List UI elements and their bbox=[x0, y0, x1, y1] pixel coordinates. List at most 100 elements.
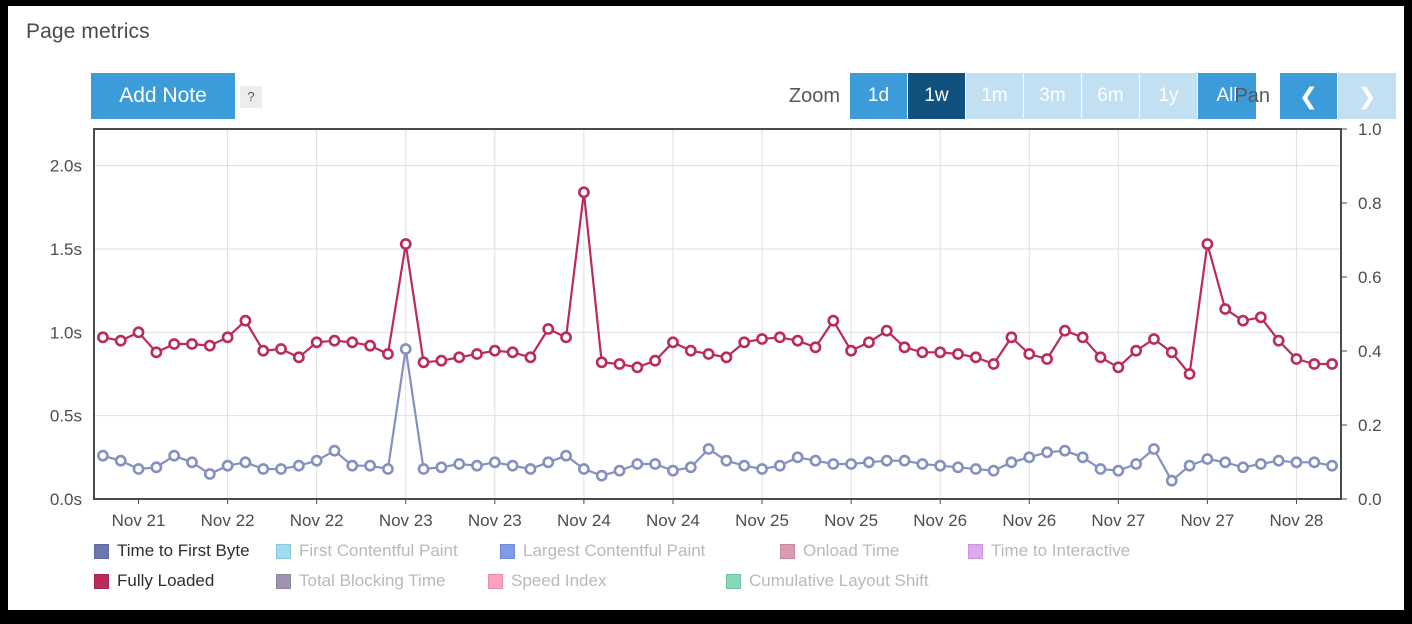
data-point[interactable] bbox=[239, 314, 252, 327]
data-point[interactable] bbox=[916, 458, 929, 470]
data-point[interactable] bbox=[346, 459, 359, 472]
data-point[interactable] bbox=[1130, 458, 1143, 470]
data-point[interactable] bbox=[969, 351, 982, 364]
data-point[interactable] bbox=[1005, 331, 1018, 344]
data-point[interactable] bbox=[809, 341, 822, 354]
data-point[interactable] bbox=[863, 456, 875, 469]
metrics-chart[interactable]: Nov 21 Nov 22 Nov 22 Nov 23 Nov 23 Nov 24 Nov … bbox=[8, 118, 1404, 538]
legend-item-largest-contentful-paint[interactable]: Largest Contentful Paint bbox=[500, 536, 705, 566]
data-point[interactable] bbox=[1041, 353, 1053, 365]
data-point[interactable] bbox=[1076, 331, 1089, 344]
data-point[interactable] bbox=[1094, 351, 1107, 364]
data-point[interactable] bbox=[613, 358, 626, 370]
data-point[interactable] bbox=[257, 344, 270, 357]
data-point[interactable] bbox=[934, 346, 947, 359]
range-button-1d[interactable]: 1d bbox=[850, 73, 908, 119]
data-point[interactable] bbox=[203, 339, 216, 352]
data-point[interactable] bbox=[168, 338, 181, 350]
range-button-3m[interactable]: 3m bbox=[1024, 73, 1082, 119]
data-point[interactable] bbox=[542, 323, 555, 335]
data-point[interactable] bbox=[364, 459, 377, 472]
data-point[interactable] bbox=[97, 449, 109, 462]
data-point[interactable] bbox=[506, 346, 519, 359]
data-point[interactable] bbox=[1165, 346, 1178, 359]
data-point[interactable] bbox=[310, 454, 323, 467]
data-point[interactable] bbox=[916, 346, 929, 359]
data-point[interactable] bbox=[257, 463, 270, 475]
data-point[interactable] bbox=[382, 463, 394, 475]
legend-item-cumulative-layout-shift[interactable]: Cumulative Layout Shift bbox=[726, 566, 929, 596]
data-point[interactable] bbox=[667, 464, 679, 477]
data-point[interactable] bbox=[1165, 474, 1178, 487]
data-point[interactable] bbox=[506, 459, 519, 472]
data-point[interactable] bbox=[560, 331, 572, 344]
data-point[interactable] bbox=[471, 459, 483, 472]
data-point[interactable] bbox=[453, 458, 466, 470]
data-point[interactable] bbox=[275, 343, 287, 355]
data-point[interactable] bbox=[987, 358, 1000, 370]
data-point[interactable] bbox=[987, 464, 1000, 477]
data-point[interactable] bbox=[399, 238, 412, 250]
data-point[interactable] bbox=[382, 348, 394, 360]
range-button-6m[interactable]: 6m bbox=[1082, 73, 1140, 119]
data-point[interactable] bbox=[720, 454, 733, 467]
data-point[interactable] bbox=[150, 346, 163, 359]
data-point[interactable] bbox=[328, 334, 341, 347]
pan-previous-button[interactable]: ❮ bbox=[1280, 73, 1338, 119]
data-point[interactable] bbox=[595, 469, 608, 482]
data-point[interactable] bbox=[399, 343, 412, 355]
legend-item-fully-loaded[interactable]: Fully Loaded bbox=[94, 566, 214, 596]
data-point[interactable] bbox=[275, 463, 287, 475]
legend-item-total-blocking-time[interactable]: Total Blocking Time bbox=[276, 566, 445, 596]
legend-item-time-to-interactive[interactable]: Time to Interactive bbox=[968, 536, 1130, 566]
legend-item-time-to-first-byte[interactable]: Time to First Byte bbox=[94, 536, 250, 566]
data-point[interactable] bbox=[1272, 454, 1285, 467]
data-point[interactable] bbox=[1237, 314, 1249, 327]
data-point[interactable] bbox=[1219, 303, 1232, 315]
data-point[interactable] bbox=[1308, 456, 1321, 469]
data-point[interactable] bbox=[880, 324, 893, 337]
data-point[interactable] bbox=[1094, 463, 1107, 475]
data-point[interactable] bbox=[952, 348, 964, 360]
data-point[interactable] bbox=[560, 449, 572, 462]
data-point[interactable] bbox=[684, 461, 697, 474]
data-point[interactable] bbox=[1290, 353, 1303, 365]
data-point[interactable] bbox=[239, 456, 252, 469]
data-point[interactable] bbox=[435, 461, 448, 474]
data-point[interactable] bbox=[364, 339, 377, 352]
data-point[interactable] bbox=[132, 326, 145, 339]
data-point[interactable] bbox=[221, 331, 234, 344]
data-point[interactable] bbox=[577, 186, 590, 199]
data-point[interactable] bbox=[1112, 361, 1125, 374]
data-point[interactable] bbox=[649, 458, 662, 470]
add-note-button[interactable]: Add Note bbox=[91, 73, 235, 119]
data-point[interactable] bbox=[1005, 456, 1018, 469]
data-point[interactable] bbox=[1023, 451, 1036, 464]
data-point[interactable] bbox=[488, 344, 501, 357]
data-point[interactable] bbox=[1201, 453, 1214, 465]
data-point[interactable] bbox=[524, 351, 537, 364]
data-point[interactable] bbox=[1326, 358, 1338, 370]
data-point[interactable] bbox=[1041, 446, 1053, 459]
data-point[interactable] bbox=[613, 464, 626, 477]
data-point[interactable] bbox=[702, 348, 715, 360]
data-point[interactable] bbox=[773, 459, 786, 472]
data-point[interactable] bbox=[1148, 333, 1160, 345]
data-point[interactable] bbox=[595, 356, 608, 369]
data-point[interactable] bbox=[186, 338, 198, 350]
data-point[interactable] bbox=[114, 334, 127, 347]
legend-item-speed-index[interactable]: Speed Index bbox=[488, 566, 606, 596]
data-point[interactable] bbox=[845, 344, 858, 357]
data-point[interactable] bbox=[809, 454, 822, 467]
data-point[interactable] bbox=[773, 331, 786, 344]
data-point[interactable] bbox=[1326, 459, 1338, 472]
data-point[interactable] bbox=[738, 459, 751, 472]
data-point[interactable] bbox=[898, 341, 911, 354]
data-point[interactable] bbox=[1058, 444, 1071, 457]
data-point[interactable] bbox=[471, 348, 483, 360]
data-point[interactable] bbox=[310, 336, 323, 349]
data-point[interactable] bbox=[667, 336, 679, 349]
range-button-1w[interactable]: 1w bbox=[908, 73, 966, 119]
data-point[interactable] bbox=[1058, 324, 1071, 337]
data-point[interactable] bbox=[203, 468, 216, 480]
